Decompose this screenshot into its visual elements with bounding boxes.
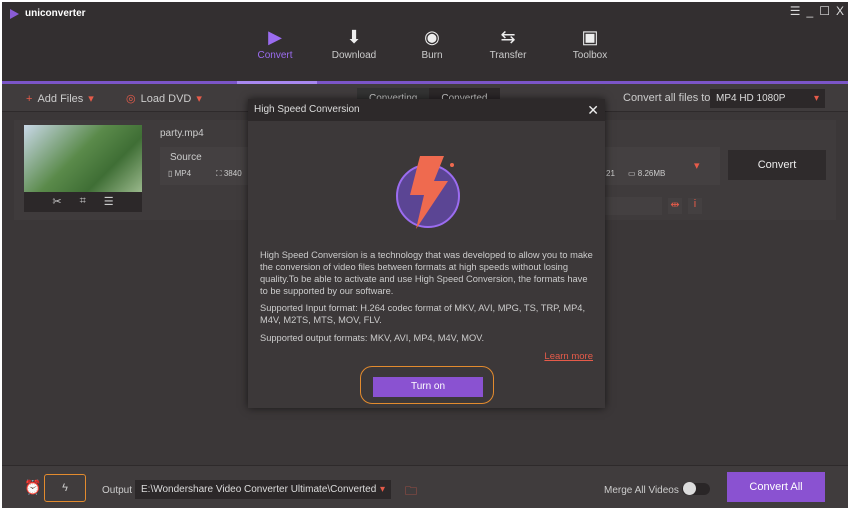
- chevron-down-icon: ▾: [379, 484, 385, 495]
- subtitle-select[interactable]: [602, 197, 662, 215]
- chevron-down-icon: ▾: [813, 93, 819, 104]
- trim-icon[interactable]: ✂: [52, 195, 61, 208]
- add-files-button[interactable]: + Add Files ▾: [26, 92, 94, 106]
- disc-icon: ◉: [424, 27, 440, 47]
- convert-all-button[interactable]: Convert All: [727, 472, 825, 502]
- bottom-bar: ⏰ ϟ Output E:\Wondershare Video Converte…: [2, 465, 848, 508]
- dvd-icon: ◎: [126, 93, 136, 105]
- tab-download[interactable]: ⬇ Download: [319, 24, 389, 61]
- video-thumbnail[interactable]: ✂ ⌗ ☰: [24, 125, 142, 212]
- high-speed-dialog: High Speed Conversion ✕ High Speed Conver…: [248, 99, 605, 408]
- convert-icon: ▶: [268, 27, 282, 47]
- convert-all-label: Convert all files to:: [623, 92, 714, 104]
- chevron-down-icon: ▾: [88, 93, 94, 105]
- bolt-icon: ϟ: [62, 482, 68, 494]
- plus-icon: +: [26, 92, 33, 105]
- tab-burn[interactable]: ◉ Burn: [397, 24, 467, 61]
- resolution-icon: ⛶: [216, 169, 222, 178]
- load-dvd-button[interactable]: ◎ Load DVD ▾: [126, 92, 202, 106]
- download-icon: ⬇: [346, 27, 362, 47]
- app-window: uniconverter ☰ _ ☐ X ▶ Convert ⬇ Download …: [2, 2, 848, 508]
- crop-icon[interactable]: ⌗: [80, 195, 86, 208]
- close-button[interactable]: X: [836, 4, 844, 18]
- menu-button[interactable]: ☰: [790, 4, 801, 18]
- turn-on-button[interactable]: Turn on: [373, 377, 483, 397]
- merge-toggle[interactable]: [682, 482, 710, 495]
- format-icon: ▯: [168, 169, 173, 178]
- alarm-icon[interactable]: ⏰: [24, 479, 41, 496]
- chevron-down-icon: ▾: [196, 93, 202, 105]
- convert-button[interactable]: Convert: [728, 150, 826, 180]
- close-icon[interactable]: ✕: [587, 99, 599, 121]
- output-path-select[interactable]: E:\Wondershare Video Converter Ultimate\…: [135, 480, 391, 499]
- toolbox-icon: ▣: [581, 27, 599, 47]
- audio-icon[interactable]: ⇹: [668, 198, 682, 214]
- open-folder-icon[interactable]: 🗀: [405, 482, 417, 503]
- logo-icon: [10, 8, 19, 19]
- maximize-button[interactable]: ☐: [819, 4, 830, 18]
- info-icon[interactable]: i: [688, 198, 702, 214]
- file-name: party.mp4: [160, 128, 204, 139]
- tab-convert[interactable]: ▶ Convert: [240, 24, 310, 61]
- tab-transfer[interactable]: ⇆ Transfer: [473, 24, 543, 61]
- dialog-title: High Speed Conversion: [254, 104, 360, 115]
- target-dropdown-icon[interactable]: ▾: [694, 159, 700, 172]
- high-speed-icon: [396, 156, 460, 229]
- learn-more-link[interactable]: Learn more: [544, 351, 593, 362]
- effects-icon[interactable]: ☰: [104, 195, 114, 208]
- high-speed-button[interactable]: ϟ: [44, 474, 86, 502]
- top-nav: uniconverter ☰ _ ☐ X ▶ Convert ⬇ Download …: [2, 2, 848, 82]
- tab-toolbox[interactable]: ▣ Toolbox: [555, 24, 625, 61]
- app-logo: uniconverter: [10, 8, 86, 19]
- format-select[interactable]: MP4 HD 1080P ▾: [710, 89, 825, 108]
- minimize-button[interactable]: _: [807, 4, 814, 18]
- folder-icon: ▭: [628, 169, 636, 178]
- transfer-icon: ⇆: [500, 27, 516, 47]
